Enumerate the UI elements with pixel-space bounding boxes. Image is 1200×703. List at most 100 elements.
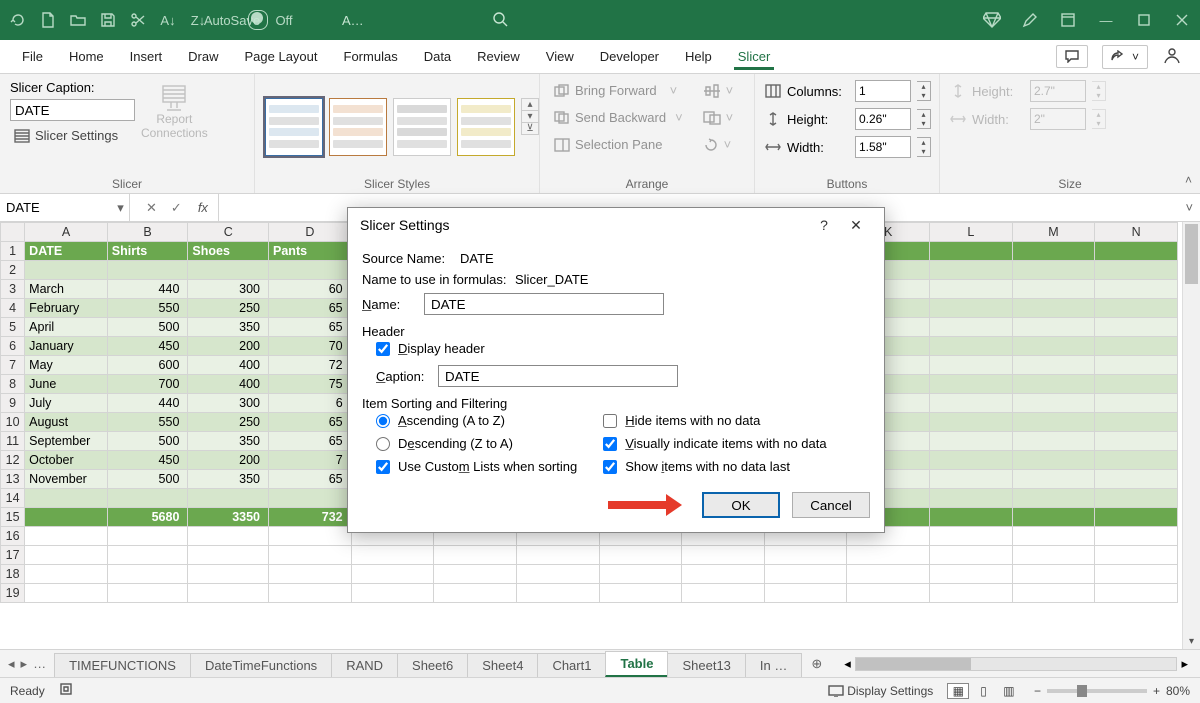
horizontal-scrollbar[interactable]: ◂ ▸ xyxy=(832,656,1200,672)
cell[interactable]: 7 xyxy=(269,451,352,470)
cell[interactable]: 65 xyxy=(269,299,352,318)
cancel-button[interactable]: Cancel xyxy=(792,492,870,518)
sheet-nav-next-icon[interactable]: ▸ xyxy=(21,656,28,672)
scroll-left-icon[interactable]: ◂ xyxy=(840,656,855,672)
cell[interactable] xyxy=(930,375,1013,394)
page-break-view-icon[interactable]: ▥ xyxy=(998,683,1020,699)
cell[interactable] xyxy=(269,489,352,508)
cell[interactable]: 350 xyxy=(188,432,269,451)
cell[interactable] xyxy=(188,565,269,584)
diamond-icon[interactable] xyxy=(982,10,1002,30)
cell[interactable] xyxy=(1095,508,1178,527)
cell[interactable] xyxy=(1095,527,1178,546)
slicer-styles-gallery[interactable]: ▴▾⊻ xyxy=(265,98,539,156)
cell[interactable] xyxy=(1012,508,1095,527)
cell[interactable] xyxy=(930,242,1013,261)
add-sheet-button[interactable]: ⊕ xyxy=(801,656,832,672)
select-all-cell[interactable] xyxy=(1,223,25,242)
cell[interactable] xyxy=(1095,470,1178,489)
cell[interactable] xyxy=(25,584,108,603)
cell[interactable]: Shoes xyxy=(188,242,269,261)
descending-radio[interactable]: Descending (Z to A) xyxy=(376,436,577,451)
sheet-tab[interactable]: DateTimeFunctions xyxy=(190,653,332,677)
zoom-control[interactable]: − + 80% xyxy=(1034,684,1190,698)
collapse-ribbon-icon[interactable]: ˄ xyxy=(1185,173,1192,187)
menu-developer[interactable]: Developer xyxy=(596,43,663,70)
cell[interactable] xyxy=(1012,546,1095,565)
name-input[interactable] xyxy=(424,293,664,315)
cell[interactable]: 400 xyxy=(188,356,269,375)
zoom-out-icon[interactable]: − xyxy=(1034,684,1041,698)
accessibility-icon[interactable] xyxy=(59,682,73,699)
cell[interactable]: 440 xyxy=(107,280,188,299)
cell[interactable]: 65 xyxy=(269,413,352,432)
sheet-tab[interactable]: Sheet13 xyxy=(667,653,745,677)
cell[interactable]: 350 xyxy=(188,318,269,337)
cancel-entry-icon[interactable]: ✕ xyxy=(146,200,157,216)
undo-icon[interactable] xyxy=(8,10,28,30)
cell[interactable]: Pants xyxy=(269,242,352,261)
cell[interactable]: 200 xyxy=(188,337,269,356)
menu-slicer[interactable]: Slicer xyxy=(734,43,775,70)
cell[interactable] xyxy=(682,546,765,565)
cell[interactable]: 450 xyxy=(107,337,188,356)
cell[interactable] xyxy=(1095,565,1178,584)
row-header[interactable]: 8 xyxy=(1,375,25,394)
cell[interactable] xyxy=(1012,527,1095,546)
cell[interactable] xyxy=(1095,318,1178,337)
sheet-nav-prev-icon[interactable]: ◂ xyxy=(8,656,15,672)
cell[interactable]: 70 xyxy=(269,337,352,356)
use-custom-lists-checkbox[interactable]: Use Custom Lists when sorting xyxy=(376,459,577,474)
menu-draw[interactable]: Draw xyxy=(184,43,222,70)
cell[interactable] xyxy=(1012,451,1095,470)
cell[interactable]: February xyxy=(25,299,108,318)
zoom-percent[interactable]: 80% xyxy=(1166,684,1190,698)
view-switcher[interactable]: ▦ ▯ ▥ xyxy=(947,683,1020,699)
gallery-more-button[interactable]: ▴▾⊻ xyxy=(521,98,539,135)
sheet-tab[interactable]: Sheet6 xyxy=(397,653,468,677)
sort-asc-icon[interactable]: A↓ xyxy=(158,10,178,30)
cell[interactable]: November xyxy=(25,470,108,489)
cell[interactable] xyxy=(269,546,352,565)
pen-icon[interactable] xyxy=(1020,10,1040,30)
display-header-checkbox[interactable] xyxy=(376,342,390,356)
menu-page-layout[interactable]: Page Layout xyxy=(241,43,322,70)
cell[interactable] xyxy=(1095,337,1178,356)
row-header[interactable]: 16 xyxy=(1,527,25,546)
row-header[interactable]: 9 xyxy=(1,394,25,413)
cell[interactable] xyxy=(1012,318,1095,337)
column-header[interactable]: B xyxy=(107,223,188,242)
name-box-dropdown-icon[interactable]: ▾ xyxy=(112,200,129,216)
fx-label[interactable]: fx xyxy=(198,200,218,215)
cell[interactable] xyxy=(269,261,352,280)
cell[interactable]: 400 xyxy=(188,375,269,394)
cell[interactable] xyxy=(434,584,517,603)
cell[interactable] xyxy=(1012,489,1095,508)
cell[interactable] xyxy=(188,261,269,280)
cell[interactable]: 65 xyxy=(269,432,352,451)
scroll-right-icon[interactable]: ▸ xyxy=(1177,656,1192,672)
cell[interactable] xyxy=(25,508,108,527)
cell[interactable] xyxy=(1012,356,1095,375)
cell[interactable]: Shirts xyxy=(107,242,188,261)
show-nodata-last-checkbox[interactable]: Show items with no data last xyxy=(603,459,826,474)
cell[interactable] xyxy=(930,356,1013,375)
column-header[interactable]: N xyxy=(1095,223,1178,242)
cell[interactable] xyxy=(930,413,1013,432)
cell[interactable] xyxy=(107,546,188,565)
row-header[interactable]: 13 xyxy=(1,470,25,489)
menu-insert[interactable]: Insert xyxy=(126,43,167,70)
cell[interactable] xyxy=(269,527,352,546)
cell[interactable] xyxy=(1012,470,1095,489)
cell[interactable] xyxy=(847,584,930,603)
row-header[interactable]: 7 xyxy=(1,356,25,375)
cell[interactable]: 250 xyxy=(188,299,269,318)
cell[interactable] xyxy=(25,527,108,546)
sheet-tab[interactable]: Table xyxy=(605,651,668,677)
cell[interactable]: August xyxy=(25,413,108,432)
cell[interactable] xyxy=(930,470,1013,489)
cell[interactable]: 65 xyxy=(269,470,352,489)
cell[interactable] xyxy=(351,584,434,603)
cell[interactable] xyxy=(1095,242,1178,261)
cell[interactable]: 700 xyxy=(107,375,188,394)
